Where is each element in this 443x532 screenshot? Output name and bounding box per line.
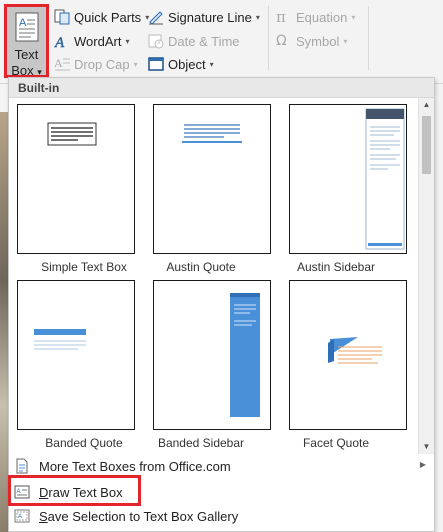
gallery-item-simple-text-box[interactable] — [9, 100, 135, 255]
gallery-item-banded-sidebar[interactable] — [145, 276, 271, 431]
symbol-button[interactable]: Ω Symbol ▾ — [276, 31, 347, 51]
simple-text-box-thumbnail — [17, 104, 135, 254]
date-time-icon — [148, 34, 164, 49]
equation-label: Equation — [296, 9, 348, 25]
scroll-down-icon[interactable]: ▼ — [419, 440, 434, 454]
object-button[interactable]: Object ▾ — [148, 54, 214, 74]
banded-sidebar-preview — [230, 293, 260, 417]
chevron-down-icon: ▾ — [209, 59, 214, 69]
drop-cap-label: Drop Cap — [74, 56, 130, 72]
scroll-up-icon[interactable]: ▲ — [419, 98, 434, 112]
text-box-icon: A — [15, 12, 39, 45]
gallery-item-facet-quote[interactable] — [281, 276, 407, 431]
object-icon — [148, 57, 164, 71]
banded-sidebar-caption: Banded Sidebar — [157, 436, 245, 450]
svg-text:A: A — [54, 56, 63, 70]
signature-line-button[interactable]: Signature Line ▾ — [148, 7, 260, 27]
draw-text-box-icon: A — [14, 485, 30, 499]
draw-text-box-label: Draw Text Box — [39, 485, 123, 500]
chevron-down-icon: ▾ — [255, 12, 260, 22]
banded-sidebar-thumbnail — [153, 280, 271, 430]
section-header-built-in: Built-in — [9, 78, 434, 98]
simple-text-box-preview — [47, 122, 97, 146]
date-time-button[interactable]: Date & Time — [148, 31, 240, 51]
austin-sidebar-caption: Austin Sidebar — [296, 260, 376, 274]
background-photo-strip — [0, 112, 8, 532]
text-box-gallery-dropdown: Built-in Simple Text Box Austin Quote Au… — [8, 77, 435, 532]
austin-sidebar-thumbnail — [289, 104, 407, 254]
austin-quote-preview — [182, 124, 242, 143]
save-selection-label-rest: ave Selection to Text Box Gallery — [47, 508, 239, 524]
signature-line-icon — [149, 11, 163, 25]
save-selection-menu-item[interactable]: A Save Selection to Text Box Gallery — [9, 504, 434, 528]
text-box-label-line2-text: Box — [11, 63, 34, 78]
equation-button[interactable]: π Equation ▾ — [276, 7, 355, 27]
svg-text:A: A — [18, 514, 22, 520]
pi-icon: π — [276, 8, 286, 26]
wordart-icon: A — [54, 35, 65, 49]
chevron-down-icon: ▾ — [125, 36, 130, 46]
chevron-down-icon: ▾ — [343, 36, 348, 46]
svg-text:A: A — [17, 489, 21, 495]
gallery-item-banded-quote[interactable] — [9, 276, 135, 431]
signature-line-label: Signature Line — [168, 9, 252, 25]
banded-quote-preview — [34, 329, 86, 350]
text-box-button[interactable]: A Text Box ▾ — [4, 4, 49, 78]
symbol-label: Symbol — [296, 33, 340, 49]
more-text-boxes-menu-item[interactable]: More Text Boxes from Office.com ▶ — [9, 454, 434, 478]
ribbon-insert-text-group: A Text Box ▾ Quick Parts ▾ A WordArt ▾ A… — [0, 0, 443, 84]
document-icon — [16, 458, 28, 474]
ribbon-separator — [268, 6, 269, 70]
save-selection-icon: A — [14, 509, 30, 523]
save-selection-label: Save Selection to Text Box Gallery — [39, 509, 238, 524]
quick-parts-icon — [54, 9, 70, 25]
draw-text-box-menu-item[interactable]: A Draw Text Box — [9, 480, 434, 504]
more-text-boxes-label: More Text Boxes from Office.com — [39, 458, 231, 474]
svg-text:A: A — [19, 17, 27, 29]
gallery-item-austin-sidebar[interactable] — [281, 100, 407, 255]
drop-cap-button[interactable]: A Drop Cap ▾ — [54, 54, 138, 74]
austin-sidebar-preview — [365, 108, 405, 250]
facet-quote-caption: Facet Quote — [302, 436, 370, 450]
gallery-item-austin-quote[interactable] — [145, 100, 271, 255]
chevron-down-icon: ▾ — [133, 59, 138, 69]
draw-text-box-accelerator: D — [39, 484, 49, 500]
object-label: Object — [168, 56, 206, 72]
svg-text:A: A — [54, 35, 65, 49]
text-box-label-line2: Box ▾ — [7, 63, 46, 78]
chevron-down-icon: ▾ — [351, 12, 356, 22]
facet-quote-preview — [328, 337, 382, 364]
chevron-down-icon: ▾ — [37, 67, 42, 77]
ribbon-separator — [368, 6, 369, 70]
drop-cap-icon: A — [54, 56, 70, 71]
scrollbar-thumb[interactable] — [422, 116, 431, 174]
quick-parts-label: Quick Parts — [74, 9, 142, 25]
date-time-label: Date & Time — [168, 33, 240, 49]
austin-quote-thumbnail — [153, 104, 271, 254]
gallery-scrollbar[interactable]: ▲ ▼ — [418, 98, 434, 454]
quick-parts-button[interactable]: Quick Parts ▾ — [54, 7, 149, 27]
omega-icon: Ω — [276, 33, 287, 49]
draw-text-box-label-rest: raw Text Box — [48, 484, 123, 500]
facet-quote-thumbnail — [289, 280, 407, 430]
text-box-label-line1: Text — [14, 47, 39, 62]
banded-quote-thumbnail — [17, 280, 135, 430]
save-selection-accelerator: S — [39, 508, 48, 524]
wordart-button[interactable]: A WordArt ▾ — [54, 31, 129, 51]
submenu-arrow-icon: ▶ — [419, 460, 426, 469]
wordart-label: WordArt — [74, 33, 122, 49]
austin-quote-caption: Austin Quote — [166, 260, 236, 274]
